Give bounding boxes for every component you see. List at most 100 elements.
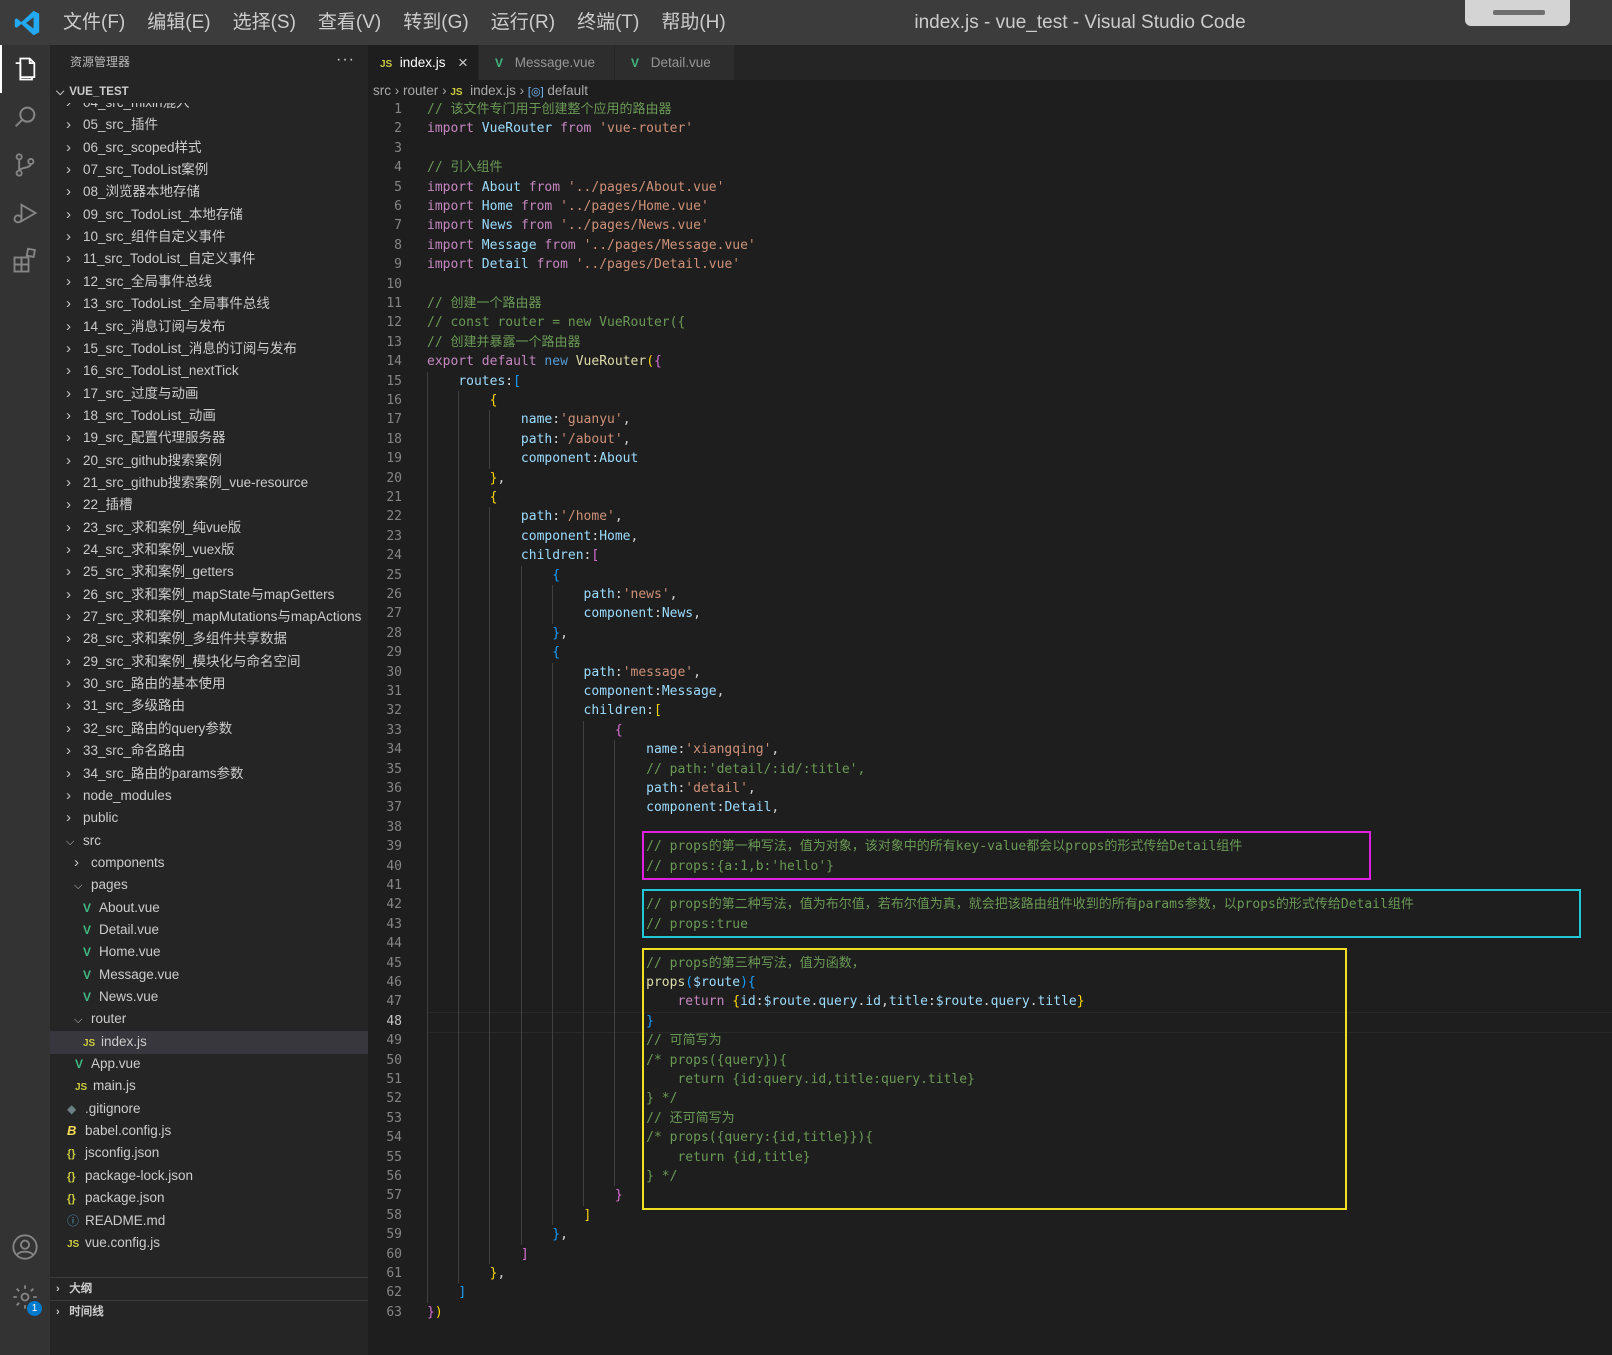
tree-folder[interactable]: › 23_src_求和案例_纯vue版 (50, 517, 368, 540)
code-line: }, (427, 1225, 568, 1244)
line-number: 13 (386, 334, 402, 350)
tree-folder[interactable]: ⌵ src (50, 830, 368, 853)
tree-folder[interactable]: › 24_src_求和案例_vuex版 (50, 539, 368, 562)
run-debug-icon[interactable] (0, 189, 50, 237)
tree-file[interactable]: JS vue.config.js (50, 1232, 368, 1255)
tree-item-label: router (91, 1011, 127, 1027)
tree-folder[interactable]: › 11_src_TodoList_自定义事件 (50, 248, 368, 271)
tree-folder[interactable]: › 15_src_TodoList_消息的订阅与发布 (50, 338, 368, 361)
explorer-icon[interactable] (0, 45, 50, 93)
source-control-icon[interactable] (0, 141, 50, 189)
code-token: , (747, 781, 756, 796)
tree-folder[interactable]: › 33_src_命名路由 (50, 740, 368, 763)
tree-folder[interactable]: › 07_src_TodoList案例 (50, 159, 368, 182)
tab-detail-vue[interactable]: V Detail.vue (615, 45, 734, 80)
breadcrumb-item[interactable]: src (373, 83, 391, 98)
code-token: : (654, 684, 662, 699)
code-token: ( (646, 354, 655, 370)
tree-file[interactable]: {} jsconfig.json (50, 1142, 368, 1165)
tree-file[interactable]: {} package-lock.json (50, 1165, 368, 1188)
tree-folder[interactable]: › components (50, 852, 368, 875)
tree-folder[interactable]: › 31_src_多级路由 (50, 695, 368, 718)
tree-folder[interactable]: › 20_src_github搜索案例 (50, 450, 368, 473)
tree-folder[interactable]: › 32_src_路由的query参数 (50, 718, 368, 741)
tree-file[interactable]: Bbabel.config.js (50, 1120, 368, 1143)
code-token: , (560, 1227, 568, 1243)
code-token: // 该文件专门用于创建整个应用的路由器 (427, 102, 672, 117)
code-token: , (497, 1266, 506, 1281)
tree-folder[interactable]: › 34_src_路由的params参数 (50, 763, 368, 786)
code-editor[interactable]: 1 // 该文件专门用于创建整个应用的路由器 2 import VueRouter f… (368, 100, 1612, 1355)
code-line: path:'detail', (427, 779, 756, 798)
tree-file[interactable]: V About.vue (50, 897, 368, 920)
tree-folder[interactable]: › 30_src_路由的基本使用 (50, 673, 368, 696)
settings-badge: 1 (27, 1301, 42, 1316)
line-number: 35 (386, 761, 402, 777)
close-icon[interactable]: × (458, 45, 468, 80)
more-actions-button[interactable]: ··· (336, 45, 355, 75)
tree-folder[interactable]: › 12_src_全局事件总线 (50, 271, 368, 294)
tree-folder[interactable]: › 06_src_scoped样式 (50, 137, 368, 160)
tree-folder[interactable]: › node_modules (50, 785, 368, 808)
settings-gear-icon[interactable]: 1 (0, 1273, 50, 1321)
code-token: Detail (481, 257, 529, 273)
tree-folder[interactable]: › 25_src_求和案例_getters (50, 561, 368, 584)
tree-file[interactable]: V Home.vue (50, 941, 368, 964)
tree-folder[interactable]: › 27_src_求和案例_mapMutations与mapActions (50, 606, 368, 629)
tree-folder[interactable]: › 18_src_TodoList_动画 (50, 405, 368, 428)
tree-folder[interactable]: › 05_src_插件 (50, 114, 368, 137)
breadcrumb-item[interactable]: default (547, 83, 588, 98)
breadcrumb-item[interactable]: index.js (470, 83, 516, 98)
tree-file[interactable]: ⓘ README.md (50, 1210, 368, 1233)
tree-folder[interactable]: › 29_src_求和案例_模块化与命名空间 (50, 651, 368, 674)
tree-folder[interactable]: › 19_src_配置代理服务器 (50, 427, 368, 450)
code-token: , (630, 528, 639, 544)
tree-folder[interactable]: › public (50, 807, 368, 830)
tree-file[interactable]: {} package.json (50, 1187, 368, 1210)
timeline-section[interactable]: › 时间线 (50, 1300, 368, 1323)
tree-file[interactable]: V App.vue (50, 1053, 368, 1076)
tree-file[interactable]: V News.vue (50, 986, 368, 1009)
tree-folder[interactable]: › 26_src_求和案例_mapState与mapGetters (50, 584, 368, 607)
tab-index-js[interactable]: JS index.js × (368, 45, 478, 80)
window-minimize-button[interactable] (1465, 0, 1570, 26)
outline-section[interactable]: › 大纲 (50, 1277, 368, 1300)
extensions-icon[interactable] (0, 237, 50, 285)
tree-file[interactable]: JS index.js (50, 1030, 368, 1054)
code-token: Home (599, 528, 631, 544)
tree-folder[interactable]: › 17_src_过度与动画 (50, 383, 368, 406)
accounts-icon[interactable] (0, 1223, 50, 1271)
tree-folder[interactable]: › 28_src_求和案例_多组件共享数据 (50, 628, 368, 651)
code-line: component:Detail, (427, 798, 779, 817)
tree-item-label: 10_src_组件自定义事件 (83, 229, 226, 245)
tree-folder[interactable]: ⌵ router (50, 1008, 368, 1031)
line-number: 27 (386, 606, 402, 622)
tree-folder[interactable]: › 14_src_消息订阅与发布 (50, 316, 368, 339)
line-number: 2 (394, 121, 402, 137)
tree-file[interactable]: V Message.vue (50, 964, 368, 987)
tab-message-vue[interactable]: V Message.vue (479, 45, 614, 80)
tree-item-label: package.json (85, 1190, 165, 1206)
tree-folder[interactable]: ›04_src_mixin混入 (50, 103, 368, 115)
tree-file[interactable]: ◆ .gitignore (50, 1098, 368, 1121)
code-token: name (646, 742, 678, 758)
line-number: 11 (386, 296, 402, 311)
tree-folder[interactable]: › 09_src_TodoList_本地存储 (50, 204, 368, 227)
tree-folder[interactable]: › 16_src_TodoList_nextTick (50, 360, 368, 383)
tree-folder[interactable]: › 08_浏览器本地存储 (50, 181, 368, 204)
search-icon[interactable] (0, 93, 50, 141)
line-number: 41 (386, 878, 402, 893)
tree-folder[interactable]: › 21_src_github搜索案例_vue-resource (50, 472, 368, 495)
tree-file[interactable]: JS main.js (50, 1075, 368, 1098)
code-token: from (528, 179, 561, 195)
breadcrumb-item[interactable]: router (403, 83, 438, 98)
code-token: Message (481, 237, 537, 253)
tree-folder[interactable]: › 10_src_组件自定义事件 (50, 226, 368, 249)
tree-folder[interactable]: ⌵ pages (50, 874, 368, 897)
project-header[interactable]: ⌵ VUE_TEST (50, 82, 368, 102)
tree-folder[interactable]: › 13_src_TodoList_全局事件总线 (50, 293, 368, 316)
line-number: 29 (386, 645, 402, 661)
code-line: ] (427, 1206, 592, 1225)
tree-file[interactable]: V Detail.vue (50, 919, 368, 942)
tree-folder[interactable]: › 22_插槽 (50, 494, 368, 517)
